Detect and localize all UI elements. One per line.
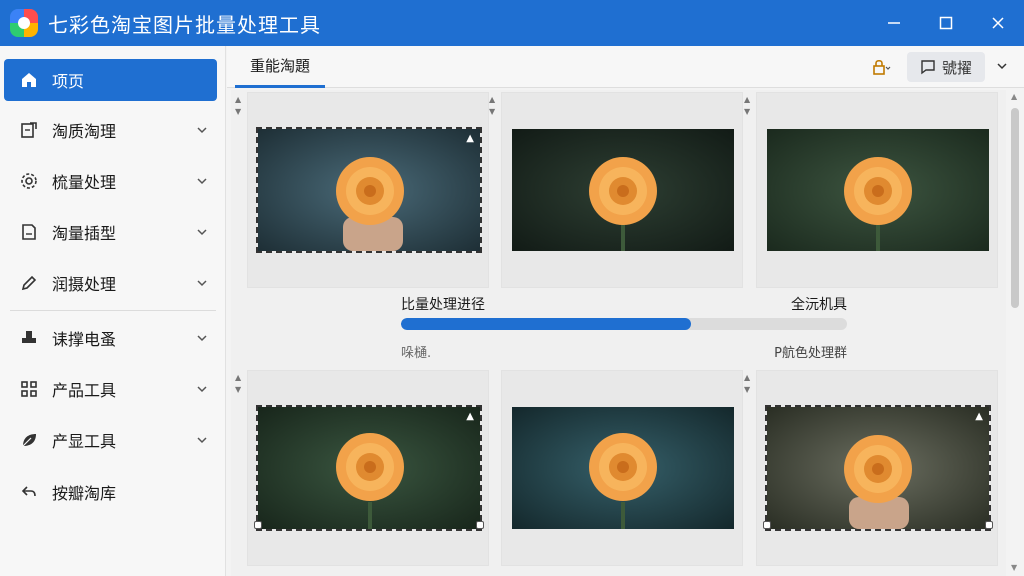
- image-card[interactable]: [501, 370, 743, 566]
- pen-icon: [18, 272, 40, 294]
- resize-handle[interactable]: [476, 521, 484, 529]
- image-card[interactable]: ▲: [247, 370, 489, 566]
- image-card[interactable]: ▲: [756, 370, 998, 566]
- scroll-up-icon[interactable]: ▲: [1011, 93, 1019, 101]
- sidebar-divider: [10, 310, 216, 311]
- sort-arrows[interactable]: ▲ ▼: [235, 372, 245, 396]
- feedback-icon: [921, 60, 935, 75]
- sidebar-item-5[interactable]: 诔撑电蚤: [4, 317, 217, 359]
- sidebar-item-label: 产品工具: [52, 381, 117, 400]
- feedback-button[interactable]: 號擢: [907, 52, 985, 82]
- sidebar: 项页 淘质淘理 梳量处理 淘量插型 润摄处理 诔撑电蚤 产品工具 产显工具 按瓣…: [0, 46, 226, 576]
- progress-right-note: P航色处理群: [774, 346, 847, 361]
- product-image: [512, 129, 734, 251]
- chevron-down-icon: [195, 433, 209, 447]
- sidebar-item-label: 淘量插型: [52, 224, 117, 243]
- sidebar-item-label: 润摄处理: [52, 275, 117, 294]
- sidebar-item-label: 梳量处理: [52, 173, 117, 192]
- window-title: 七彩色淘宝图片批量处理工具: [48, 12, 321, 37]
- toolbar: 重能淘題 號擢: [227, 46, 1024, 88]
- lock-button[interactable]: [863, 54, 897, 80]
- gear-icon: [18, 170, 40, 192]
- maximize-button[interactable]: [920, 0, 972, 46]
- camera-icon: ▲: [466, 133, 474, 144]
- progress-track: [401, 318, 847, 330]
- product-image: ▲: [256, 405, 482, 531]
- sidebar-item-2[interactable]: 梳量处理: [4, 160, 217, 202]
- progress-right-label: 全沅机具: [791, 297, 847, 313]
- sidebar-item-6[interactable]: 产品工具: [4, 368, 217, 410]
- close-button[interactable]: [972, 0, 1024, 46]
- product-image: [767, 129, 989, 251]
- scroll-thumb[interactable]: [1011, 108, 1019, 308]
- batch-progress: 比量处理进径 全沅机具 哚樋. P航色处理群: [401, 294, 847, 364]
- maximize-icon: [939, 16, 953, 30]
- chevron-down-icon: [195, 382, 209, 396]
- progress-left-note: 哚樋.: [401, 346, 432, 361]
- close-icon: [992, 17, 1004, 29]
- chevron-down-icon: [195, 331, 209, 345]
- image-card[interactable]: [501, 92, 743, 288]
- camera-icon: ▲: [975, 411, 983, 422]
- sidebar-item-home[interactable]: 项页: [4, 59, 217, 101]
- chevron-down-icon: [997, 63, 1007, 70]
- sort-arrows[interactable]: ▲ ▼: [489, 94, 499, 118]
- sidebar-item-label: 产显工具: [52, 432, 117, 451]
- vertical-scrollbar[interactable]: ▲ ▼: [1008, 90, 1022, 576]
- progress-fill: [401, 318, 691, 330]
- sidebar-item-label: 按瓣淘库: [52, 484, 117, 503]
- image-grid: ▲ ▼ ▲ ▼ ▲ ▼ ▲ ▼ ▲ ▼ ▲ 比量处理进径 全沅机具 哚樋. P航…: [231, 90, 1006, 576]
- sidebar-item-label: 项页: [52, 72, 85, 91]
- chevron-down-icon: [195, 174, 209, 188]
- stamp-icon: [18, 327, 40, 349]
- minimize-button[interactable]: [868, 0, 920, 46]
- camera-icon: ▲: [466, 411, 474, 422]
- main-panel: 重能淘題 號擢 ▲ ▼ ▲ ▼ ▲ ▼ ▲ ▼ ▲ ▼ ▲ 比量处理进径 全沅机…: [227, 46, 1024, 576]
- progress-title: 比量处理进径: [401, 297, 485, 313]
- more-button[interactable]: [993, 57, 1011, 75]
- home-icon: [18, 69, 40, 91]
- leaf-icon: [18, 429, 40, 451]
- lock-icon: [873, 59, 891, 75]
- sort-arrows[interactable]: ▲ ▼: [744, 94, 754, 118]
- chevron-down-icon: [195, 276, 209, 290]
- window-controls: [868, 0, 1024, 46]
- sort-arrows[interactable]: ▲ ▼: [235, 94, 245, 118]
- back-arrow-icon: [18, 481, 40, 503]
- scroll-down-icon[interactable]: ▼: [1011, 564, 1019, 572]
- resize-handle[interactable]: [985, 521, 993, 529]
- sidebar-item-1[interactable]: 淘质淘理: [4, 109, 217, 151]
- app-logo-icon: [10, 9, 38, 37]
- sidebar-item-7[interactable]: 产显工具: [4, 419, 217, 461]
- product-image: ▲: [765, 405, 991, 531]
- chevron-down-icon: [195, 225, 209, 239]
- title-bar: 七彩色淘宝图片批量处理工具: [0, 0, 1024, 46]
- sidebar-item-4[interactable]: 润摄处理: [4, 262, 217, 304]
- document-icon: [18, 221, 40, 243]
- image-card[interactable]: ▲: [247, 92, 489, 288]
- feedback-label: 號擢: [941, 58, 972, 77]
- sidebar-item-label: 淘质淘理: [52, 122, 117, 141]
- sort-arrows[interactable]: ▲ ▼: [744, 372, 754, 396]
- minimize-icon: [888, 22, 900, 24]
- sidebar-item-3[interactable]: 淘量插型: [4, 211, 217, 253]
- resize-handle[interactable]: [254, 521, 262, 529]
- edit-doc-icon: [18, 119, 40, 141]
- image-card[interactable]: [756, 92, 998, 288]
- product-image: ▲: [256, 127, 482, 253]
- chevron-down-icon: [195, 123, 209, 137]
- product-image: [512, 407, 734, 529]
- resize-handle[interactable]: [763, 521, 771, 529]
- tab-active[interactable]: 重能淘題: [235, 46, 325, 88]
- grid-icon: [18, 378, 40, 400]
- sidebar-item-8[interactable]: 按瓣淘库: [4, 471, 217, 513]
- sidebar-item-label: 诔撑电蚤: [52, 330, 117, 349]
